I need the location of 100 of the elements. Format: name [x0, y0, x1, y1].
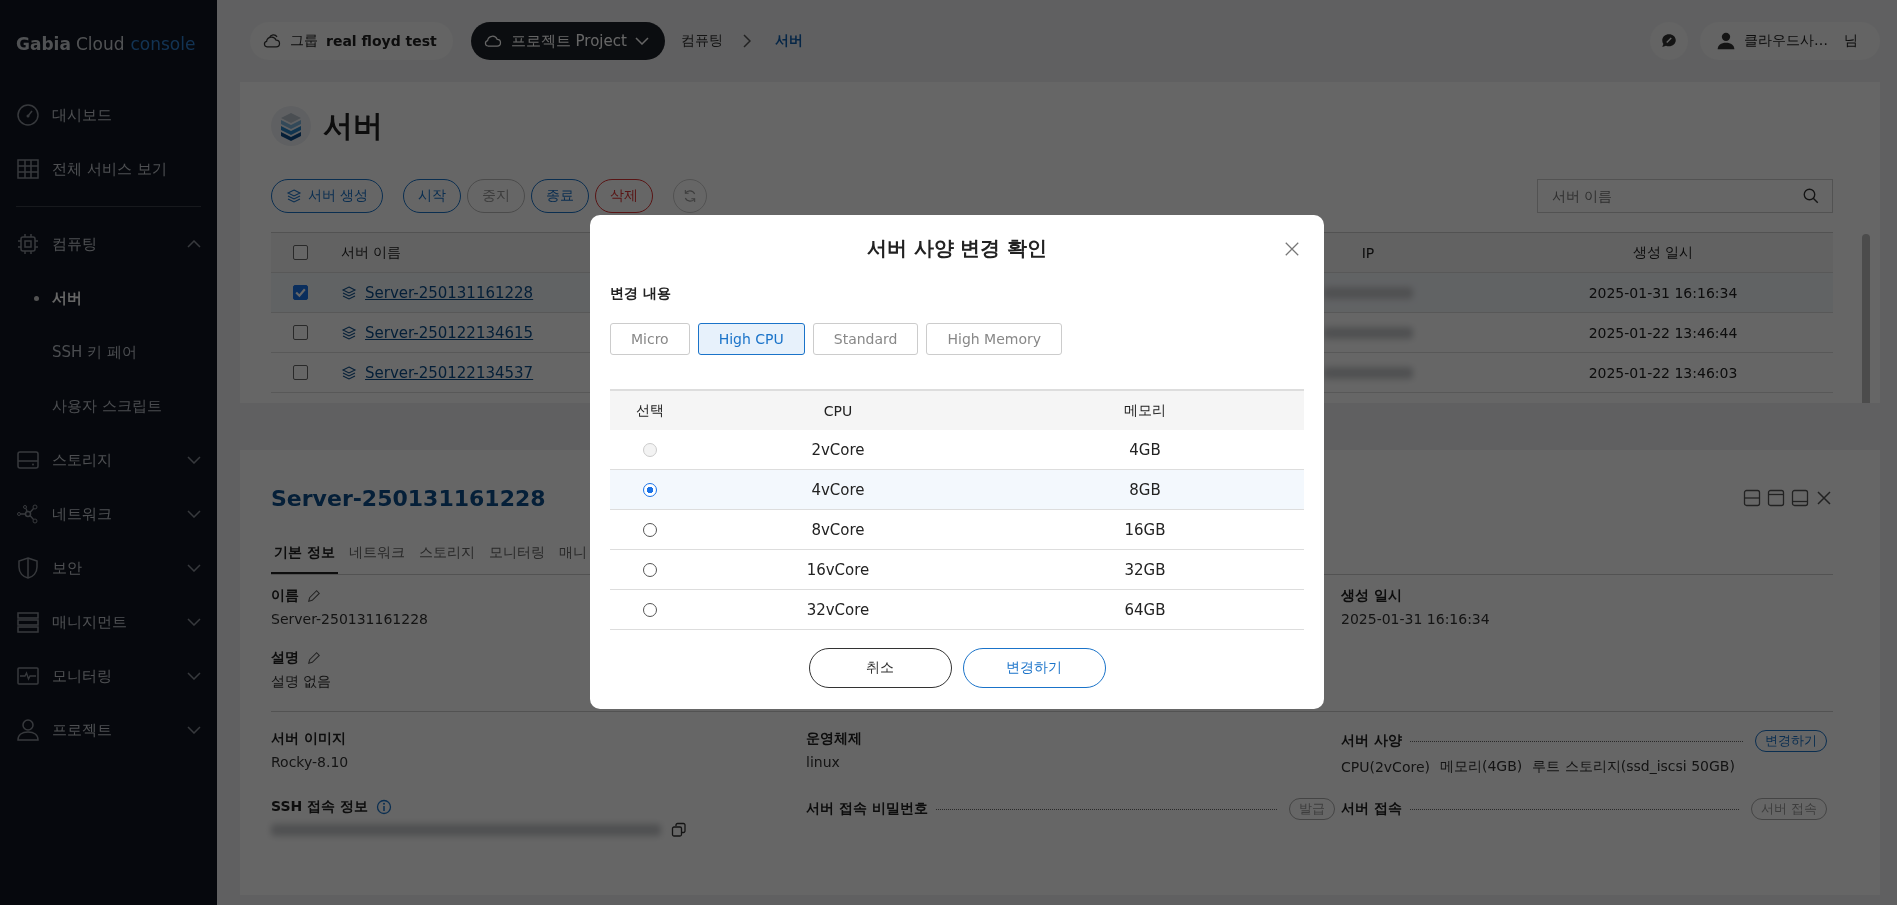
radio-button[interactable] — [643, 482, 657, 497]
spec-value: 루트 스토리지(ssd_iscsi 50GB) — [1532, 758, 1735, 776]
radio-button[interactable] — [643, 602, 657, 617]
category-tab[interactable]: High Memory — [926, 323, 1063, 355]
user-menu[interactable]: 클라우드사… 님 — [1700, 22, 1880, 60]
refresh-button[interactable] — [673, 179, 708, 213]
category-tab[interactable]: Micro — [610, 323, 690, 355]
change-spec-button[interactable]: 변경하기 — [1755, 730, 1827, 752]
table-cell-text: 4GB — [1128, 440, 1162, 459]
sidebar-menu[interactable]: 매니지먼트 — [16, 595, 201, 649]
row-checkbox[interactable] — [292, 285, 308, 300]
sidebar-item[interactable]: 전체 서비스 보기 — [16, 142, 201, 196]
info-icon[interactable] — [376, 799, 392, 815]
search-icon — [1802, 187, 1820, 205]
sidebar-subitem[interactable]: 서버 — [16, 271, 201, 325]
server-name-link[interactable]: Server-250122134615 — [365, 323, 534, 342]
chevron-down-icon — [187, 510, 201, 518]
column-header: CPU — [822, 402, 854, 419]
close-icon[interactable] — [1284, 241, 1300, 257]
pencil-icon[interactable] — [307, 589, 321, 603]
cancel-button[interactable]: 취소 — [808, 648, 952, 688]
breadcrumb-item[interactable]: 서버 — [774, 32, 803, 50]
detail-tab[interactable]: 모니터링 — [485, 538, 548, 574]
sidebar-menu[interactable]: 네트워크 — [16, 487, 201, 541]
table-cell-text: 4vCore — [810, 480, 866, 499]
chat-button[interactable] — [1650, 22, 1688, 60]
column-header: IP — [1361, 244, 1375, 261]
table-cell-text: 32vCore — [805, 600, 871, 619]
field-label: 생성 일시 — [1341, 587, 1402, 605]
category-tab[interactable]: Standard — [812, 323, 919, 355]
sidebar-subitem[interactable]: SSH 키 페어 — [16, 325, 201, 379]
row-checkbox[interactable] — [292, 365, 308, 380]
panel-bottom-icon[interactable] — [1791, 489, 1809, 507]
category-tab[interactable]: High CPU — [697, 323, 805, 355]
detail-tab[interactable]: 매니 — [555, 538, 590, 574]
monitor-icon — [16, 664, 40, 688]
sidebar-menu[interactable]: 컴퓨팅 — [16, 217, 201, 271]
sidebar-subitem[interactable]: 사용자 스크립트 — [16, 379, 201, 433]
field-label: 서버 이미지 — [271, 730, 346, 748]
copy-icon[interactable] — [671, 822, 687, 838]
select-all-checkbox[interactable] — [292, 245, 308, 260]
sidebar-menu[interactable]: 보안 — [16, 541, 201, 595]
field-label: 운영체제 — [806, 730, 862, 748]
pencil-icon[interactable] — [307, 651, 321, 665]
chevron-down-icon — [187, 564, 201, 572]
spec-value: 메모리(4GB) — [1440, 758, 1523, 776]
table-cell: 2025-01-22 13:46:44 — [1588, 324, 1738, 341]
section-label: 변경 내용 — [610, 285, 672, 303]
chevron-down-icon — [187, 618, 201, 626]
table-cell-text: 16GB — [1123, 520, 1167, 539]
project-dropdown[interactable]: 프로젝트 Project — [470, 22, 665, 60]
layers-icon — [341, 364, 357, 381]
user-icon — [16, 718, 40, 742]
network-icon — [16, 502, 40, 526]
sidebar-menu[interactable]: 프로젝트 — [16, 703, 201, 757]
column-header: 생성 일시 — [1632, 243, 1694, 262]
group-selector[interactable]: 그룹 real floyd test — [250, 22, 453, 60]
row-checkbox[interactable] — [292, 325, 308, 340]
table-cell-text: 32GB — [1123, 560, 1167, 579]
chevron-right-icon — [742, 34, 751, 48]
drive-icon — [16, 448, 40, 472]
column-header: 메모리 — [1123, 401, 1167, 420]
modal-title: 서버 사양 변경 확인 — [866, 234, 1048, 262]
column-header: 선택 — [635, 401, 665, 420]
field-label: 이름 — [271, 587, 299, 605]
detail-tab[interactable]: 기본 정보 — [271, 538, 338, 574]
detail-tab[interactable]: 네트워크 — [345, 538, 408, 574]
table-cell-text: 16vCore — [805, 560, 871, 579]
split-horizontal-icon[interactable] — [1743, 489, 1761, 507]
toolbar-button[interactable]: 삭제 — [595, 179, 654, 213]
field-value: 설명 없음 — [271, 673, 333, 691]
toolbar-button[interactable]: 종료 — [531, 179, 590, 213]
sidebar-menu[interactable]: 스토리지 — [16, 433, 201, 487]
grid-icon — [16, 157, 40, 181]
panel-top-icon[interactable] — [1767, 489, 1785, 507]
field-value: 2025-01-31 16:16:34 — [1341, 611, 1491, 627]
toolbar-button[interactable]: 시작 — [403, 179, 462, 213]
server-name-link[interactable]: Server-250131161228 — [365, 283, 534, 302]
table-cell-text: 64GB — [1123, 600, 1167, 619]
shield-icon — [16, 556, 40, 580]
gauge-icon — [16, 103, 40, 127]
breadcrumb-item[interactable]: 컴퓨팅 — [680, 32, 723, 50]
detail-tab[interactable]: 스토리지 — [415, 538, 478, 574]
table-cell-text: 8GB — [1128, 480, 1162, 499]
layers-icon — [341, 324, 357, 341]
speech-bubble-icon — [1660, 32, 1678, 50]
confirm-button[interactable]: 변경하기 — [962, 648, 1106, 688]
sidebar-item[interactable]: 대시보드 — [16, 88, 201, 142]
radio-button[interactable] — [643, 562, 657, 577]
server-name-link[interactable]: Server-250122134537 — [365, 363, 534, 382]
scrollbar[interactable] — [1862, 234, 1870, 403]
radio-button[interactable] — [643, 522, 657, 537]
sidebar-menu[interactable]: 모니터링 — [16, 649, 201, 703]
toolbar-button[interactable]: 서버 생성 — [271, 179, 384, 213]
table-cell-text: 8vCore — [810, 520, 866, 539]
close-icon[interactable] — [1815, 489, 1833, 507]
user-icon — [1716, 31, 1736, 51]
field-label: 서버 접속 — [1341, 800, 1402, 818]
server-title: Server-250131161228 — [271, 485, 546, 511]
field-label: 서버 사양 — [1341, 732, 1402, 750]
